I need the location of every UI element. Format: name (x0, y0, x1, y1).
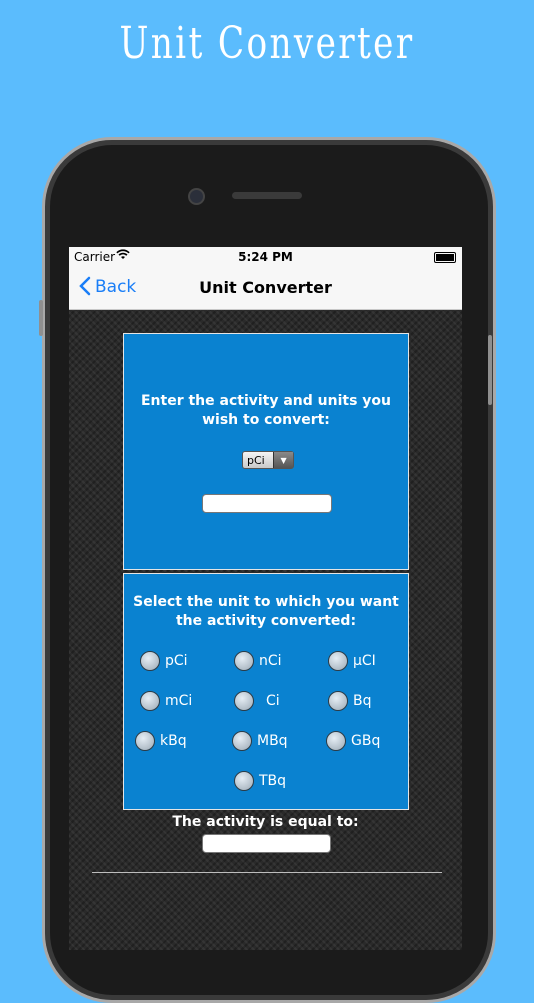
source-unit-value: pCi (247, 453, 265, 467)
divider (92, 872, 442, 873)
result-label: The activity is equal to: (172, 814, 359, 830)
radio-uci[interactable]: μCI (328, 651, 376, 671)
radio-circle (140, 651, 160, 671)
radio-label: nCi (259, 653, 282, 669)
battery-icon (434, 252, 456, 263)
target-prompt-line1: Select the unit to which you want (133, 594, 399, 610)
radio-circle (328, 651, 348, 671)
radio-mci[interactable]: mCi (140, 691, 192, 711)
radio-circle (234, 651, 254, 671)
input-prompt-line2: wish to convert: (202, 412, 330, 428)
radio-circle (326, 731, 346, 751)
radio-label: TBq (259, 773, 287, 789)
radio-label: kBq (160, 733, 187, 749)
radio-label: pCi (165, 653, 188, 669)
status-time: 5:24 PM (238, 250, 293, 264)
radio-tbq[interactable]: TBq (234, 771, 286, 791)
camera-icon (188, 188, 205, 205)
radio-ci[interactable]: Ci (234, 691, 280, 711)
radio-circle (140, 691, 160, 711)
target-unit-panel: Select the unit to which you want the ac… (123, 573, 409, 810)
radio-label: μCI (353, 653, 376, 669)
radio-label: mCi (165, 693, 193, 709)
radio-circle (234, 771, 254, 791)
status-bar: Carrier 5:24 PM (69, 247, 462, 267)
radio-nci[interactable]: nCi (234, 651, 282, 671)
radio-label: MBq (257, 733, 288, 749)
source-unit-select[interactable]: pCi ▼ (242, 451, 294, 469)
radio-circle (135, 731, 155, 751)
radio-circle (328, 691, 348, 711)
radio-label: Ci (266, 693, 280, 709)
page-title: Unit Converter (199, 278, 332, 297)
radio-kbq[interactable]: kBq (135, 731, 187, 751)
banner-title: Unit Converter (119, 18, 415, 69)
radio-pci[interactable]: pCi (140, 651, 188, 671)
radio-gbq[interactable]: GBq (326, 731, 380, 751)
navigation-bar: Back Unit Converter (69, 267, 462, 310)
target-prompt-line2: the activity converted: (175, 613, 357, 629)
radio-bq[interactable]: Bq (328, 691, 372, 711)
radio-circle (234, 691, 254, 711)
radio-label: GBq (351, 733, 381, 749)
phone-side-button (39, 300, 43, 336)
radio-label: Bq (353, 693, 372, 709)
radio-circle (232, 731, 252, 751)
app-screen: Carrier 5:24 PM Back Unit Converter Ente… (69, 247, 462, 950)
radio-mbq[interactable]: MBq (232, 731, 288, 751)
speaker-grille (232, 192, 302, 199)
result-output (202, 834, 331, 853)
input-prompt-line1: Enter the activity and units you (140, 393, 392, 409)
activity-input[interactable] (202, 494, 332, 513)
phone-power-button (488, 335, 492, 405)
dropdown-arrow-icon: ▼ (273, 452, 293, 468)
input-panel: Enter the activity and units you wish to… (123, 333, 409, 570)
